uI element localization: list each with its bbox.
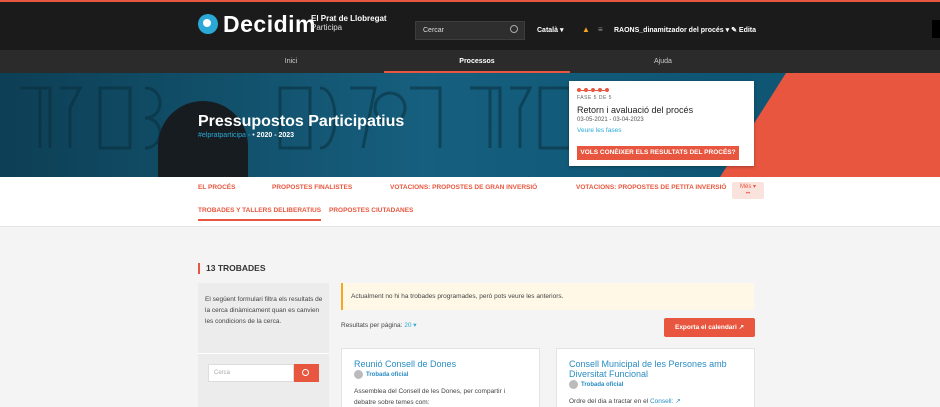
process-results-button[interactable]: VOLS CONÈIXER ELS RESULTATS DEL PROCÉS? [577,146,739,160]
language-selector[interactable]: Català ▾ [537,26,563,34]
nav-item-processos[interactable]: Processos [384,50,570,73]
council-link[interactable]: Consell: ↗ [650,398,681,405]
tab-trobades-tallers[interactable]: TROBADES Y TALLERS DELIBERATIUS [198,207,322,221]
meeting-card[interactable]: Reunió Consell de Dones Trobada oficial … [341,348,540,407]
process-hashtag[interactable]: #elpratparticipa [198,132,246,139]
messages-icon[interactable]: ≡ [598,25,603,34]
top-accent-line [0,0,940,2]
phase-dates: 03-05-2021 - 03-04-2023 [577,117,644,123]
process-hero-banner: Pressupostos Participatius #elpratpartic… [0,73,940,177]
meeting-official-tag: Trobada oficial [354,370,527,379]
results-per-page: Resultats per pàgina: 20 ▾ [341,321,417,329]
tab-el-proces[interactable]: EL PROCÉS [198,184,235,191]
main-navigation: Inici Processos Ajuda [0,50,940,73]
organization-name[interactable]: El Prat de Llobregat Participa [311,14,387,32]
filter-search-button[interactable] [294,364,319,382]
search-icon[interactable] [510,25,518,33]
process-subtitle: #elpratparticipa ▫ • 2020 - 2023 [198,132,295,139]
nav-item-ajuda[interactable]: Ajuda [570,50,756,73]
view-phases-link[interactable]: Veure les fases [577,127,746,134]
notifications-bell-icon[interactable]: ▲ [582,25,590,34]
phase-label: FASE 5 DE 5 [577,95,612,101]
tab-votacions-gran-inversio[interactable]: VOTACIONS: PROPOSTES DE GRAN INVERSIÓ [390,184,537,191]
phase-card: FASE 5 DE 5 Retorn i avaluació del procé… [569,81,754,166]
avatar [569,380,578,389]
process-subnav: EL PROCÉS PROPOSTES FINALISTES VOTACIONS… [0,177,940,227]
meetings-count-title: 13 TROBADES [198,263,266,274]
tab-propostes-finalistes[interactable]: PROPOSTES FINALISTES [272,184,352,191]
search-icon [302,369,309,376]
tab-votacions-petita-inversio[interactable]: VOTACIONS: PROPOSTES DE PETITA INVERSIÓ [576,184,726,191]
filter-description: El següent formulari filtra els resultat… [205,296,323,325]
avatar [354,370,363,379]
meeting-card[interactable]: Consell Municipal de les Persones amb Di… [556,348,755,407]
nav-item-inici[interactable]: Inici [198,50,384,73]
phase-progress-dots [577,87,746,93]
meeting-card-title[interactable]: Reunió Consell de Dones [354,359,527,369]
phase-title: Retorn i avaluació del procés [577,105,694,115]
logo-text: Decidim [223,11,316,37]
process-years: 2020 - 2023 [256,132,295,139]
per-page-select[interactable]: 20 ▾ [404,322,416,329]
export-calendar-button[interactable]: Exporta el calendari ↗ [664,318,755,337]
process-title: Pressupostos Participatius [198,113,405,130]
corner-block [932,20,940,38]
tab-propostes-ciutadanes[interactable]: PROPOSTES CIUTADANES [329,207,413,214]
meeting-card-description: Assemblea del Consell de les Dones, per … [354,388,506,406]
top-bar: Decidim El Prat de Llobregat Participa C… [0,0,940,50]
org-name-line2: Participa [311,23,343,32]
meeting-official-tag: Trobada oficial [569,380,742,389]
no-upcoming-meetings-notice: Actualment no hi ha trobades programades… [341,283,754,310]
search-input[interactable]: Cercar [415,21,525,40]
meeting-card-title[interactable]: Consell Municipal de les Persones amb Di… [569,359,742,379]
search-placeholder: Cercar [423,27,445,34]
more-tabs-button[interactable]: Més ▾ •• [732,182,764,199]
meeting-card-description: Ordre del dia a tractar en el Consell: ↗ [569,398,681,405]
per-page-label: Resultats per pàgina: [341,322,403,329]
decidim-logo[interactable]: Decidim [198,12,316,36]
decidim-logo-icon [198,14,218,34]
filter-search-input[interactable]: Cerca [208,364,294,382]
org-name-line1: El Prat de Llobregat [311,14,387,23]
filter-sidebar: El següent formulari filtra els resultat… [198,283,329,407]
user-menu[interactable]: RAONS_dinamitzador del procés ▾ ✎ Edita [614,26,756,34]
